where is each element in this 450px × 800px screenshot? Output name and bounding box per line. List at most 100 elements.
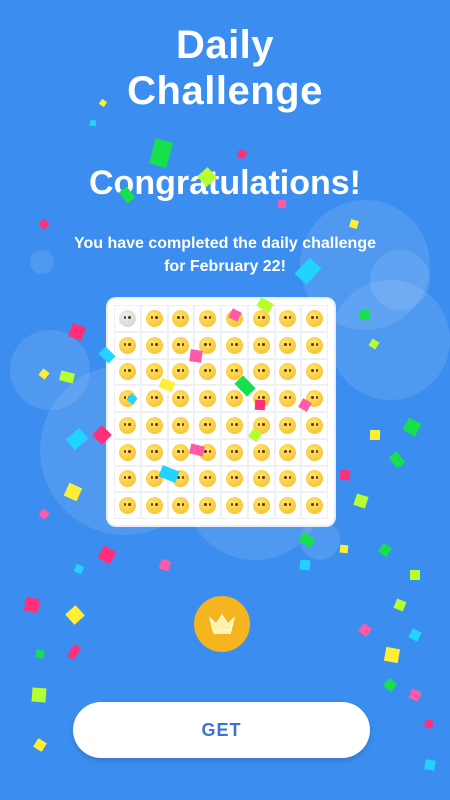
emoji-face-icon [199,416,217,434]
board-cell [274,438,302,466]
emoji-face-icon [118,416,136,434]
confetti-piece [31,687,47,703]
confetti-piece [23,596,41,614]
board-cell [194,412,221,439]
emoji-face-icon [279,363,297,381]
completion-message: You have completed the daily challenge f… [40,232,410,278]
board-cell [114,358,141,386]
board-cell [274,358,302,386]
board-cell [247,465,275,493]
title-line1: Daily [175,23,275,67]
emoji-face-icon [172,390,190,408]
board-cell [114,331,141,359]
bubble [330,280,450,400]
emoji-face-icon [279,309,297,327]
emoji-face-icon [199,470,217,488]
board-cell [301,438,328,466]
emoji-face-icon [145,309,163,327]
confetti-piece [359,309,371,321]
emoji-face-icon [306,336,324,354]
get-button[interactable]: GET [73,702,370,758]
confetti-piece [35,649,45,659]
emoji-face-icon [199,309,217,327]
confetti-piece [158,558,172,572]
board-cell [301,412,328,439]
confetti-piece [408,688,422,702]
confetti-piece [410,570,420,580]
confetti-piece [38,508,50,520]
emoji-face-icon [225,470,243,488]
emoji-face-icon [279,336,297,354]
confetti-piece [402,417,422,437]
confetti-piece [357,622,373,638]
grey-face-icon [118,309,136,327]
emoji-face-icon [225,416,243,434]
confetti-piece [424,759,436,771]
confetti-piece [66,643,82,661]
congratulations-heading: Congratulations! [89,164,361,202]
crown-icon [209,614,235,634]
confetti-piece [378,543,392,557]
emoji-face-icon [252,470,270,488]
emoji-face-icon [172,443,190,461]
title-line2: Challenge [127,69,323,113]
board-cell [194,465,221,493]
emoji-face-icon [252,336,270,354]
emoji-face-icon [172,497,190,515]
board-cell [247,331,275,359]
emoji-face-icon [279,470,297,488]
emoji-face-icon [225,497,243,515]
board-cell [140,438,168,466]
board-cell [301,305,328,332]
board-cell [221,331,248,359]
emoji-face-icon [172,336,190,354]
board-cell [194,305,221,332]
board-cell [140,331,168,359]
board-cell [274,465,302,493]
emoji-face-icon [145,443,163,461]
board-cell [301,331,328,359]
confetti-piece [89,119,97,127]
board-cell [247,358,275,386]
emoji-face-icon [172,309,190,327]
board-cell [274,331,302,359]
board-cell [194,385,221,412]
emoji-face-icon [252,497,270,515]
confetti-piece [393,598,407,612]
emoji-face-icon [199,390,217,408]
confetti-piece [277,199,287,209]
confetti-piece [388,451,406,469]
confetti-piece [383,646,401,664]
confetti-piece [97,545,117,565]
emoji-face-icon [306,309,324,327]
board-cell [301,492,328,519]
emoji-face-icon [118,336,136,354]
message-line2: for February 22! [164,258,286,275]
emoji-face-icon [118,497,136,515]
confetti-piece [299,559,311,571]
confetti-piece [353,493,369,509]
emoji-face-icon [118,363,136,381]
emoji-face-icon [279,416,297,434]
emoji-face-icon [118,443,136,461]
confetti-piece [33,738,47,752]
confetti-piece [65,605,85,625]
board-cell [221,438,248,466]
emoji-face-icon [306,416,324,434]
emoji-face-icon [252,443,270,461]
board-cell [114,492,141,519]
confetti-piece [382,677,398,693]
board-cell [301,358,328,386]
confetti-piece [73,563,85,575]
board-cell [221,492,248,519]
confetti-piece [369,429,381,441]
board-cell [274,305,302,332]
emoji-face-icon [306,470,324,488]
board-cell [221,465,248,493]
emoji-face-icon [279,497,297,515]
emoji-face-icon [306,443,324,461]
confetti-piece [339,544,349,554]
board-cell [114,438,141,466]
emoji-board [108,299,334,525]
board-cell [114,465,141,493]
